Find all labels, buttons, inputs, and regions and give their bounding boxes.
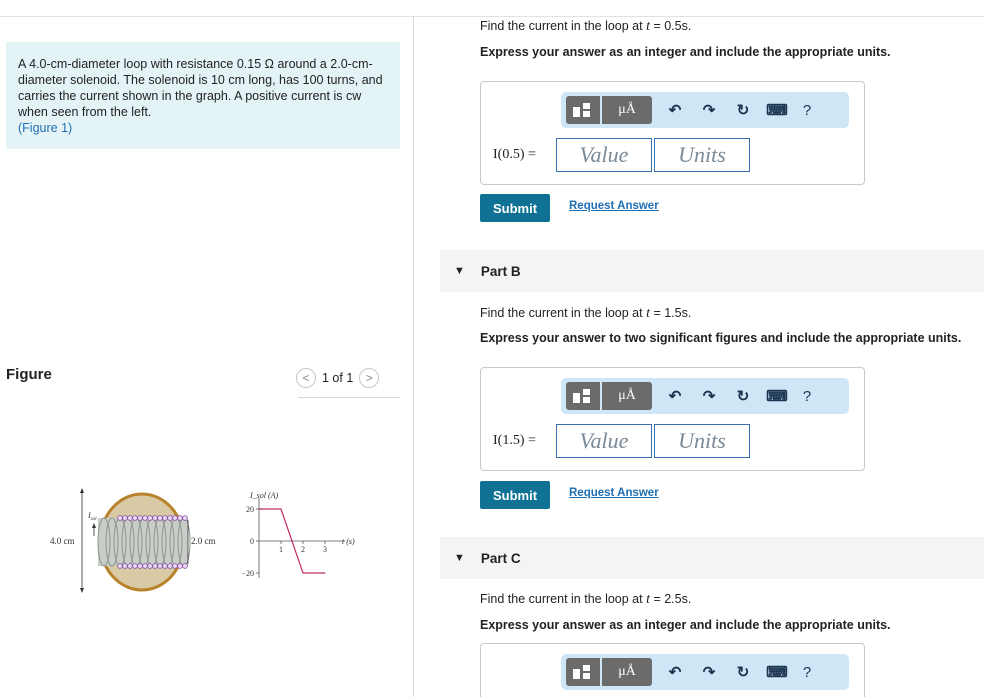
keyboard-icon[interactable]: ⌨ bbox=[760, 382, 794, 410]
partA-answer-row: I(0.5) = Value Units bbox=[493, 138, 752, 172]
prev-figure-button[interactable]: < bbox=[296, 368, 316, 388]
units-button[interactable]: μÅ bbox=[602, 96, 652, 124]
partB-instruction: Express your answer to two significant f… bbox=[480, 331, 962, 345]
partA-units-input[interactable]: Units bbox=[654, 138, 750, 172]
y-tick-label: 0 bbox=[250, 537, 254, 546]
svg-text:Isol: Isol bbox=[87, 511, 97, 522]
data-point bbox=[302, 572, 304, 574]
redo-icon[interactable]: ↷ bbox=[692, 96, 726, 124]
partA-answer-box: μÅ ↶ ↷ ↻ ⌨ ? I(0.5) = Value Units bbox=[480, 81, 865, 185]
y-tick-label: 20 bbox=[246, 505, 254, 514]
templates-button[interactable] bbox=[566, 382, 600, 410]
problem-text: A 4.0-cm-diameter loop with resistance 0… bbox=[18, 57, 383, 119]
template-icon bbox=[573, 665, 590, 679]
y-tick-label: −20 bbox=[241, 569, 254, 578]
data-point bbox=[258, 508, 260, 510]
undo-icon[interactable]: ↶ bbox=[658, 658, 692, 686]
y-axis-label: I_sol (A) bbox=[249, 491, 279, 500]
partB-header[interactable]: ▼ Part B bbox=[440, 250, 984, 292]
templates-button[interactable] bbox=[566, 658, 600, 686]
figure-divider bbox=[298, 397, 400, 398]
partB-value-input[interactable]: Value bbox=[556, 424, 652, 458]
template-icon bbox=[573, 389, 590, 403]
figure-heading: Figure bbox=[6, 366, 52, 383]
units-button[interactable]: μÅ bbox=[602, 658, 652, 686]
collapse-triangle-icon: ▼ bbox=[454, 552, 465, 564]
loop-solenoid-diagram: 4.0 cm Isol 2.0 cm bbox=[50, 488, 216, 593]
partC-answer-box: μÅ ↶ ↷ ↻ ⌨ ? bbox=[480, 643, 865, 697]
reset-icon[interactable]: ↻ bbox=[726, 382, 760, 410]
redo-icon[interactable]: ↷ bbox=[692, 658, 726, 686]
partA-instruction: Express your answer as an integer and in… bbox=[480, 45, 891, 59]
keyboard-icon[interactable]: ⌨ bbox=[760, 96, 794, 124]
partB-request-answer-link[interactable]: Request Answer bbox=[569, 487, 659, 499]
partA-toolbar: μÅ ↶ ↷ ↻ ⌨ ? bbox=[561, 92, 849, 128]
figure-pager-text: 1 of 1 bbox=[322, 371, 354, 385]
partA-request-answer-link[interactable]: Request Answer bbox=[569, 200, 659, 212]
undo-icon[interactable]: ↶ bbox=[658, 96, 692, 124]
figure-svg: 4.0 cm Isol 2.0 cm I_sol (A) t (s) 200−2… bbox=[50, 488, 355, 593]
undo-icon[interactable]: ↶ bbox=[658, 382, 692, 410]
partA-answer-label: I(0.5) = bbox=[493, 147, 536, 162]
top-divider bbox=[0, 16, 984, 17]
partC-toolbar: μÅ ↶ ↷ ↻ ⌨ ? bbox=[561, 654, 849, 690]
solenoid-diameter-label: 2.0 cm bbox=[191, 536, 216, 546]
partB-units-input[interactable]: Units bbox=[654, 424, 750, 458]
partB-title: Part B bbox=[480, 263, 521, 279]
loop-diameter-label: 4.0 cm bbox=[50, 536, 75, 546]
templates-button[interactable] bbox=[566, 96, 600, 124]
partC-title: Part C bbox=[480, 550, 521, 566]
column-divider bbox=[413, 16, 414, 697]
problem-statement: A 4.0-cm-diameter loop with resistance 0… bbox=[6, 42, 400, 149]
figure-pager: < 1 of 1 > bbox=[296, 368, 380, 388]
partA-submit-button[interactable]: Submit bbox=[480, 194, 550, 222]
help-icon[interactable]: ? bbox=[794, 658, 820, 686]
help-icon[interactable]: ? bbox=[794, 96, 820, 124]
partB-submit-button[interactable]: Submit bbox=[480, 481, 550, 509]
reset-icon[interactable]: ↻ bbox=[726, 96, 760, 124]
figure-image: 4.0 cm Isol 2.0 cm I_sol (A) t (s) 20 0 … bbox=[30, 478, 370, 603]
redo-icon[interactable]: ↷ bbox=[692, 382, 726, 410]
collapse-triangle-icon: ▼ bbox=[454, 265, 465, 277]
partB-question: Find the current in the loop at t = 1.5s… bbox=[480, 306, 692, 321]
x-tick-label: 1 bbox=[279, 545, 283, 554]
x-axis-label: t (s) bbox=[342, 537, 355, 546]
data-point bbox=[280, 508, 282, 510]
partB-answer-box: μÅ ↶ ↷ ↻ ⌨ ? I(1.5) = Value Units bbox=[480, 367, 865, 471]
partB-answer-label: I(1.5) = bbox=[493, 433, 536, 448]
partB-toolbar: μÅ ↶ ↷ ↻ ⌨ ? bbox=[561, 378, 849, 414]
help-icon[interactable]: ? bbox=[794, 382, 820, 410]
units-button[interactable]: μÅ bbox=[602, 382, 652, 410]
reset-icon[interactable]: ↻ bbox=[726, 658, 760, 686]
partC-question: Find the current in the loop at t = 2.5s… bbox=[480, 592, 692, 607]
partC-header[interactable]: ▼ Part C bbox=[440, 537, 984, 579]
keyboard-icon[interactable]: ⌨ bbox=[760, 658, 794, 686]
data-point bbox=[324, 572, 326, 574]
x-tick-label: 3 bbox=[323, 545, 327, 554]
partA-question: Find the current in the loop at t = 0.5s… bbox=[480, 19, 692, 34]
current-graph: I_sol (A) t (s) 20 0 −20 1 2 3 bbox=[241, 491, 355, 578]
partA-value-input[interactable]: Value bbox=[556, 138, 652, 172]
partC-instruction: Express your answer as an integer and in… bbox=[480, 618, 891, 632]
next-figure-button[interactable]: > bbox=[359, 368, 380, 388]
figure-link[interactable]: (Figure 1) bbox=[18, 120, 388, 136]
partB-answer-row: I(1.5) = Value Units bbox=[493, 424, 752, 458]
template-icon bbox=[573, 103, 590, 117]
x-tick-label: 2 bbox=[301, 545, 305, 554]
